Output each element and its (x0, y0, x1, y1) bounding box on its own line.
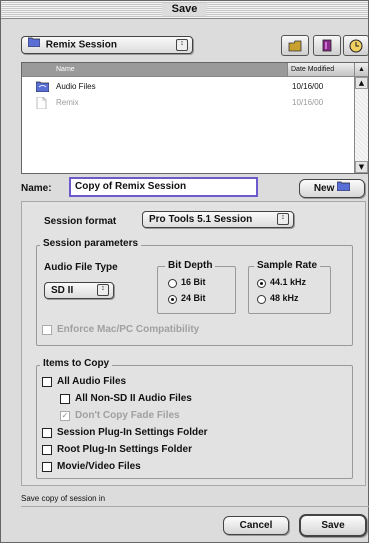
session-format-label: Session format (44, 216, 117, 227)
status-text: Save copy of session in (21, 494, 106, 503)
popup-arrows-icon: ↕ (176, 39, 188, 51)
scroll-up-icon[interactable]: ▲ (355, 77, 368, 89)
radio-48-khz[interactable] (257, 295, 266, 304)
divider (21, 506, 369, 507)
radio-16-bit-label[interactable]: 16 Bit (181, 277, 206, 287)
scroll-down-icon[interactable]: ▼ (355, 161, 368, 173)
popup-arrows-icon: ↕ (97, 284, 109, 296)
window-title: Save (161, 3, 208, 16)
root-plugin-label[interactable]: Root Plug-In Settings Folder (57, 444, 192, 455)
desktop-button[interactable] (281, 35, 309, 56)
all-audio-files-checkbox[interactable] (42, 377, 52, 387)
file-name: Remix (56, 98, 79, 107)
name-field[interactable]: Copy of Remix Session (69, 177, 258, 197)
root-plugin-checkbox[interactable] (42, 445, 52, 455)
vertical-scrollbar[interactable]: ▲ ▼ (354, 77, 368, 173)
all-non-sd2-checkbox[interactable] (60, 394, 70, 404)
movie-video-checkbox[interactable] (42, 462, 52, 472)
items-to-copy-title: Items to Copy (40, 358, 113, 370)
column-name[interactable]: Name (22, 63, 287, 76)
radio-24-bit-label[interactable]: 24 Bit (181, 293, 206, 303)
dont-copy-fade-checkbox: ✓ (60, 411, 70, 421)
file-list[interactable]: Name Date Modified ▲ Audio Files 10/16/0… (21, 62, 369, 174)
audio-file-type-label: Audio File Type (44, 262, 118, 273)
file-name: Audio Files (56, 82, 96, 91)
audio-file-type-popup[interactable]: SD II ↕ (44, 282, 114, 299)
document-icon (36, 96, 47, 115)
audio-file-type-value: SD II (51, 285, 74, 296)
column-date-modified[interactable]: Date Modified (287, 63, 353, 76)
radio-44-1-khz[interactable] (257, 279, 266, 288)
clock-icon (349, 39, 363, 56)
file-date: 10/16/00 (292, 98, 324, 107)
session-parameters-title: Session parameters (40, 238, 142, 250)
session-format-popup[interactable]: Pro Tools 5.1 Session ↕ (142, 211, 294, 228)
file-list-header: Name Date Modified ▲ (22, 63, 368, 77)
location-label: Remix Session (45, 39, 117, 51)
save-dialog: Save Remix Session ↕ Name Date Modified … (0, 0, 369, 543)
file-date: 10/16/00 (292, 82, 324, 91)
all-non-sd2-label[interactable]: All Non-SD II Audio Files (75, 393, 192, 404)
recent-button[interactable] (343, 35, 369, 56)
sort-direction-icon[interactable]: ▲ (354, 63, 368, 76)
radio-44-1-khz-label[interactable]: 44.1 kHz (270, 277, 306, 287)
desktop-folder-icon (288, 40, 304, 55)
bit-depth-title: Bit Depth (165, 260, 216, 272)
radio-16-bit[interactable] (168, 279, 177, 288)
all-audio-files-label[interactable]: All Audio Files (57, 376, 126, 387)
new-folder-icon (336, 180, 351, 197)
bookmarks-icon (321, 39, 335, 56)
folder-icon (27, 37, 41, 53)
enforce-compat-label: Enforce Mac/PC Compatibility (57, 324, 200, 335)
dont-copy-fade-label: Don't Copy Fade Files (75, 410, 180, 421)
location-popup[interactable]: Remix Session ↕ (21, 36, 193, 54)
radio-24-bit[interactable] (168, 295, 177, 304)
bit-depth-group (157, 266, 236, 314)
cancel-button[interactable]: Cancel (223, 516, 289, 535)
session-plugin-checkbox[interactable] (42, 428, 52, 438)
session-format-value: Pro Tools 5.1 Session (149, 214, 253, 225)
sample-rate-title: Sample Rate (254, 260, 321, 272)
title-bar[interactable]: Save (1, 1, 368, 19)
list-item: Remix 10/16/00 (22, 95, 353, 111)
new-folder-button[interactable]: New (299, 179, 365, 198)
popup-arrows-icon: ↕ (277, 213, 289, 225)
new-folder-label: New (313, 183, 335, 195)
sample-rate-group (248, 266, 331, 314)
bookmarks-button[interactable] (313, 35, 341, 56)
options-pane: Session format Pro Tools 5.1 Session ↕ S… (21, 201, 366, 486)
list-item[interactable]: Audio Files 10/16/00 (22, 79, 353, 95)
enforce-compat-checkbox (42, 325, 52, 335)
session-plugin-label[interactable]: Session Plug-In Settings Folder (57, 427, 208, 438)
name-label: Name: (21, 183, 52, 194)
save-button[interactable]: Save (299, 514, 367, 537)
movie-video-label[interactable]: Movie/Video Files (57, 461, 141, 472)
radio-48-khz-label[interactable]: 48 kHz (270, 293, 299, 303)
